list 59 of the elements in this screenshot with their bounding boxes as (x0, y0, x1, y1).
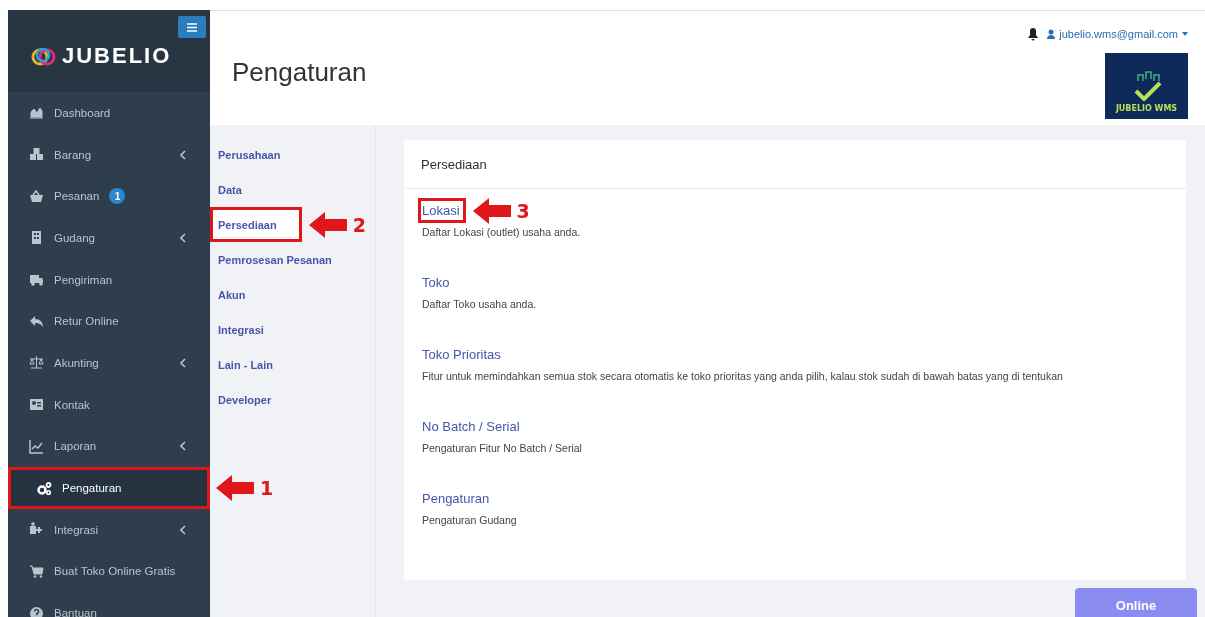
callout-number: 1 (260, 477, 274, 500)
settings-menu-item[interactable]: Pemrosesan Pesanan (210, 242, 357, 277)
count-badge: 1 (109, 188, 126, 205)
sidebar-item[interactable]: Akunting (8, 342, 210, 384)
sidebar-item[interactable]: Pesanan 1 (8, 175, 210, 218)
menu-button[interactable] (178, 16, 206, 38)
caret-icon (1182, 32, 1188, 36)
callout-number: 3 (516, 199, 530, 222)
settings-menu-item[interactable]: Developer (210, 382, 297, 417)
callout-arrow (308, 211, 347, 238)
sidebar-item[interactable]: Kontak (8, 383, 210, 426)
logo-text: JUBELIO (62, 43, 172, 69)
settings-menu-item[interactable]: Persediaan (210, 207, 302, 242)
id-card-icon (29, 397, 44, 413)
settings-menu-item[interactable]: Perusahaan (210, 137, 306, 172)
settings-menu-item[interactable]: Integrasi (210, 312, 289, 347)
section-link[interactable]: No Batch / Serial (422, 414, 542, 439)
cubes-icon (29, 147, 44, 163)
sidebar-item[interactable]: Laporan (8, 425, 210, 468)
building-icon (29, 230, 44, 246)
logo-icon (30, 46, 56, 66)
callout-arrow (216, 475, 254, 502)
basket-icon (29, 188, 44, 204)
section-description: Daftar Toko usaha anda. (422, 298, 538, 310)
sidebar-item[interactable]: Gudang (8, 217, 210, 259)
callout-arrow (472, 197, 511, 224)
section-link[interactable]: Toko (422, 270, 472, 295)
page-title: Pengaturan (232, 57, 367, 89)
chart-icon (29, 105, 44, 121)
line-chart-icon (29, 438, 44, 454)
section-link[interactable]: Pengaturan (422, 486, 512, 511)
section-description: Pengaturan Fitur No Batch / Serial (422, 442, 583, 454)
settings-menu-item[interactable]: Data (210, 172, 267, 207)
section-description: Daftar Lokasi (outlet) usaha anda. (422, 226, 582, 238)
brand-logo: JUBELIO WMS (1105, 53, 1188, 119)
bell-icon (1027, 27, 1040, 41)
scale-icon (29, 355, 44, 371)
sidebar-item[interactable]: Dashboard (8, 92, 210, 134)
sidebar-item[interactable]: Integrasi (8, 508, 210, 551)
settings-menu-item[interactable]: Lain - Lain (210, 347, 298, 382)
panel-title: Persediaan (404, 140, 1186, 189)
cart-icon (29, 563, 44, 579)
sidebar-item[interactable]: Retur Online (8, 300, 210, 343)
sidebar-item[interactable]: Bantuan (8, 592, 210, 617)
user-icon (1047, 29, 1056, 39)
sidebar-item[interactable]: Buat Toko Online Gratis (8, 550, 210, 593)
gears-icon (37, 480, 52, 496)
section-description: Fitur untuk memindahkan semua stok secara otomatis ke toko prioritas yang anda pilih, kalau stok sudah di bawah batas yang di tentukan (422, 370, 1064, 382)
section-description: Pengaturan Gudang (422, 514, 518, 526)
truck-icon (29, 272, 44, 288)
settings-menu-item[interactable]: Akun (210, 277, 271, 312)
user-menu[interactable]: jubelio.wms@gmail.com (1047, 28, 1188, 40)
sidebar-item[interactable]: Pengaturan (8, 467, 210, 509)
sidebar-item[interactable]: Barang (8, 133, 210, 176)
sidebar-item[interactable]: Pengiriman (8, 258, 210, 301)
menu-icon (187, 22, 197, 32)
callout-number: 2 (352, 213, 366, 236)
section-link[interactable]: Toko Prioritas (422, 342, 523, 367)
section-link[interactable]: Lokasi (418, 198, 466, 223)
